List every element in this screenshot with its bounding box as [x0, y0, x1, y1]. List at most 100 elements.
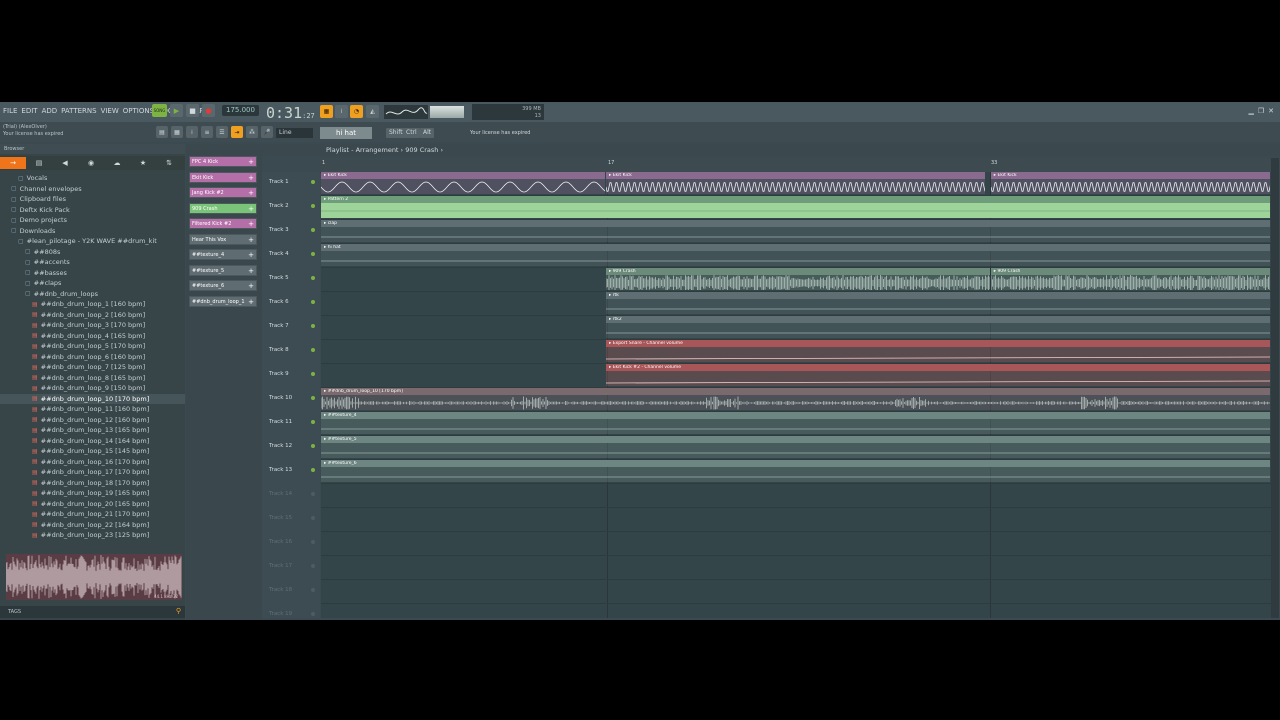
browser-folder[interactable]: ▢ #lean_pilotage - Y2K WAVE ##drum_kit: [0, 236, 185, 247]
browser-folder[interactable]: ▢ Vocals: [0, 173, 185, 184]
menu-item-add[interactable]: ADD: [42, 107, 58, 115]
add-icon[interactable]: +: [248, 157, 254, 168]
channel-item[interactable]: Filtered Kick #2 +: [189, 218, 257, 229]
browser-tab-icon[interactable]: ⇅: [156, 159, 182, 167]
browser-folder[interactable]: ▢ ##basses: [0, 268, 185, 279]
track-header[interactable]: Track 11: [269, 419, 315, 425]
minimize-icon[interactable]: ▁: [1248, 107, 1253, 115]
browser-folder[interactable]: ▢ Downloads: [0, 226, 185, 237]
channel-item[interactable]: 909 Crash +: [189, 202, 257, 215]
step-edit-icon[interactable]: ⁞: [335, 105, 348, 118]
browser-tab-icon[interactable]: ◀: [52, 159, 78, 167]
channel-item[interactable]: Hear This Vox +: [189, 233, 257, 246]
audio-settings-icon[interactable]: ⁂: [246, 126, 258, 138]
track-header[interactable]: Track 17: [269, 563, 315, 569]
song-mode-button[interactable]: SONG: [152, 104, 167, 117]
channel-item[interactable]: ##texture_4 +: [189, 249, 257, 260]
playlist-clip[interactable]: ▸ Pattern 2: [321, 196, 1270, 218]
browser-file[interactable]: ▤ ##dnb_drum_loop_22 [164 bpm]: [0, 520, 185, 531]
browser-file[interactable]: ▤ ##dnb_drum_loop_10 [170 bpm]: [0, 393, 185, 404]
track-enable-icon[interactable]: [311, 180, 315, 184]
metronome-icon[interactable]: ◭: [366, 105, 379, 118]
playlist-clip[interactable]: ▸ ##texture_5: [321, 436, 1270, 458]
ctrl-key-button[interactable]: Ctrl: [403, 128, 420, 138]
channel-item[interactable]: ##dnb_drum_loop_1 +: [189, 295, 257, 307]
track-header[interactable]: Track 6: [269, 299, 315, 305]
browser-tab-icon[interactable]: ▤: [26, 159, 52, 167]
browser-file[interactable]: ▤ ##dnb_drum_loop_9 [150 bpm]: [0, 383, 185, 394]
track-header[interactable]: Track 9: [269, 371, 315, 377]
microphone-icon[interactable]: 🎤: [261, 126, 273, 138]
add-icon[interactable]: +: [248, 235, 254, 246]
track-enable-icon[interactable]: [311, 300, 315, 304]
browser-folder[interactable]: ▢ Channel envelopes: [0, 184, 185, 195]
browser-file[interactable]: ▤ ##dnb_drum_loop_6 [160 bpm]: [0, 352, 185, 363]
plugin-picker-icon[interactable]: ⇥: [231, 126, 243, 138]
track-header[interactable]: Track 13: [269, 467, 315, 473]
track-header[interactable]: Track 7: [269, 323, 315, 329]
menu-item-patterns[interactable]: PATTERNS: [61, 107, 96, 115]
restore-icon[interactable]: ❐: [1258, 107, 1264, 115]
track-enable-icon[interactable]: [311, 540, 315, 544]
track-header[interactable]: Track 16: [269, 539, 315, 545]
track-enable-icon[interactable]: [311, 324, 315, 328]
add-icon[interactable]: +: [248, 281, 254, 292]
track-header[interactable]: Track 1: [269, 179, 315, 185]
track-enable-icon[interactable]: [311, 276, 315, 280]
add-icon[interactable]: +: [248, 204, 254, 215]
track-enable-icon[interactable]: [311, 468, 315, 472]
time-ruler[interactable]: 1 17 33: [320, 158, 1270, 173]
track-header[interactable]: Track 14: [269, 491, 315, 497]
stop-button[interactable]: ■: [186, 104, 199, 117]
track-header[interactable]: Track 4: [269, 251, 315, 257]
track-enable-icon[interactable]: [311, 372, 315, 376]
track-enable-icon[interactable]: [311, 564, 315, 568]
browser-folder[interactable]: ▢ ##accents: [0, 257, 185, 268]
browser-file[interactable]: ▤ ##dnb_drum_loop_19 [165 bpm]: [0, 488, 185, 499]
playlist-clip[interactable]: ▸ rtk2: [606, 316, 1270, 338]
browser-file[interactable]: ▤ ##dnb_drum_loop_5 [170 bpm]: [0, 341, 185, 352]
alt-key-button[interactable]: Alt: [420, 128, 435, 138]
track-enable-icon[interactable]: [311, 444, 315, 448]
browser-file[interactable]: ▤ ##dnb_drum_loop_16 [170 bpm]: [0, 457, 185, 468]
add-icon[interactable]: +: [248, 173, 254, 184]
menu-item-edit[interactable]: EDIT: [21, 107, 37, 115]
playlist-clip[interactable]: ▸ ##texture_4: [321, 412, 1270, 434]
hint-field[interactable]: hi hat: [320, 127, 372, 139]
track-lane[interactable]: [321, 532, 1271, 556]
playlist-clip[interactable]: ▸ ##dnb_drum_loop_10 [170 bpm]: [321, 388, 1270, 410]
channel-rack-icon[interactable]: ⁞: [186, 126, 198, 138]
sample-preview[interactable]: 44.1 kHz 32: [6, 554, 182, 600]
track-header[interactable]: Track 15: [269, 515, 315, 521]
add-icon[interactable]: +: [248, 266, 254, 277]
track-header[interactable]: Track 3: [269, 227, 315, 233]
track-header[interactable]: Track 12: [269, 443, 315, 449]
browser-file[interactable]: ▤ ##dnb_drum_loop_7 [125 bpm]: [0, 362, 185, 373]
channel-item[interactable]: ##texture_5 +: [189, 264, 257, 277]
browser-file[interactable]: ▤ ##dnb_drum_loop_2 [160 bpm]: [0, 310, 185, 321]
browser-file[interactable]: ▤ ##dnb_drum_loop_13 [165 bpm]: [0, 425, 185, 436]
menu-item-options[interactable]: OPTIONS: [123, 107, 154, 115]
browser-file[interactable]: ▤ ##dnb_drum_loop_18 [170 bpm]: [0, 478, 185, 489]
browser-folder[interactable]: ▢ ##claps: [0, 278, 185, 289]
browser-file[interactable]: ▤ ##dnb_drum_loop_3 [170 bpm]: [0, 320, 185, 331]
play-button[interactable]: ▶: [170, 104, 183, 117]
track-header[interactable]: Track 19: [269, 611, 315, 617]
channel-item[interactable]: ##texture_6 +: [189, 280, 257, 291]
browser-folder[interactable]: ▢ ##808s: [0, 247, 185, 258]
tags-bar[interactable]: TAGS ⚲: [0, 606, 185, 618]
menu-item-view[interactable]: VIEW: [101, 107, 119, 115]
menu-item-file[interactable]: FILE: [3, 107, 17, 115]
playlist-clip[interactable]: ▸ rtk: [606, 292, 1270, 314]
time-display[interactable]: 0:31:27: [266, 104, 315, 122]
channel-item[interactable]: Ekit Kick +: [189, 171, 257, 184]
browser-folder[interactable]: ▢ Clipboard files: [0, 194, 185, 205]
playlist-clip[interactable]: ▸ 909 Crash: [606, 268, 990, 290]
track-enable-icon[interactable]: [311, 204, 315, 208]
playlist-view-icon[interactable]: ▤: [156, 126, 168, 138]
search-icon[interactable]: ⚲: [176, 607, 181, 615]
mixer-icon[interactable]: ≡: [201, 126, 213, 138]
browser-folder[interactable]: ▢ Deftx Kick Pack: [0, 205, 185, 216]
browser-file[interactable]: ▤ ##dnb_drum_loop_1 [160 bpm]: [0, 299, 185, 310]
playlist-clip[interactable]: ▸ Ekit Kick: [990, 172, 1270, 194]
